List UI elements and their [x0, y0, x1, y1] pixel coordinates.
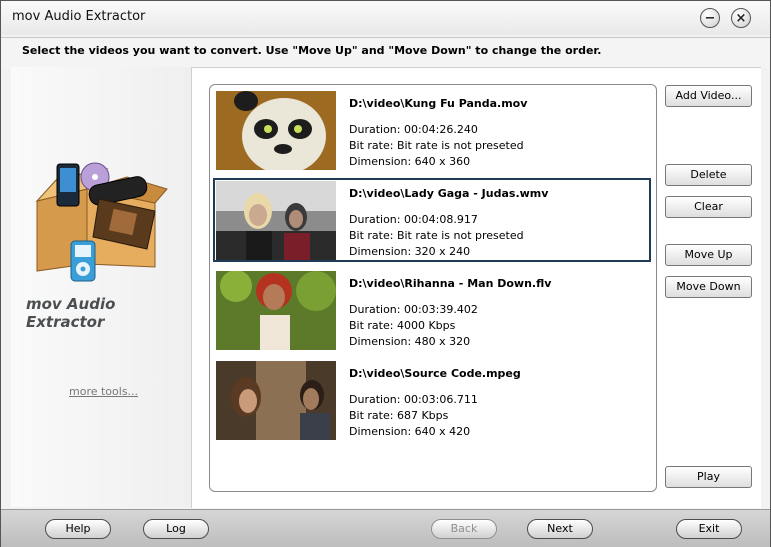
- list-item[interactable]: D:\video\Source Code.mpeg Duration: 00:0…: [213, 358, 651, 442]
- video-info: D:\video\Source Code.mpeg Duration: 00:0…: [349, 367, 521, 440]
- instruction-text: Select the videos you want to convert. U…: [22, 44, 602, 57]
- add-video-button[interactable]: Add Video...: [665, 85, 752, 107]
- video-info: D:\video\Rihanna - Man Down.flv Duration…: [349, 277, 551, 350]
- list-item[interactable]: D:\video\Rihanna - Man Down.flv Duration…: [213, 268, 651, 352]
- video-thumbnail: [216, 91, 336, 170]
- video-bitrate: Bit rate: Bit rate is not preseted: [349, 229, 524, 242]
- product-name: mov Audio Extractor: [26, 295, 116, 331]
- video-info: D:\video\Kung Fu Panda.mov Duration: 00:…: [349, 97, 527, 170]
- clear-button[interactable]: Clear: [665, 196, 752, 218]
- video-bitrate: Bit rate: Bit rate is not preseted: [349, 139, 524, 152]
- sidebar: mov Audio Extractor more tools...: [11, 67, 191, 507]
- log-button[interactable]: Log: [143, 519, 209, 539]
- move-down-button[interactable]: Move Down: [665, 276, 752, 298]
- video-thumbnail: [216, 361, 336, 440]
- video-dimension: Dimension: 480 x 320: [349, 335, 471, 348]
- video-dimension: Dimension: 320 x 240: [349, 245, 471, 258]
- window-title: mov Audio Extractor: [12, 9, 146, 24]
- video-path: D:\video\Lady Gaga - Judas.wmv: [349, 187, 549, 200]
- video-path: D:\video\Source Code.mpeg: [349, 367, 521, 380]
- title-bar: mov Audio Extractor − ×: [1, 1, 770, 35]
- video-path: D:\video\Kung Fu Panda.mov: [349, 97, 528, 110]
- app-window: mov Audio Extractor − × Select the video…: [0, 0, 771, 547]
- minimize-icon[interactable]: −: [700, 8, 720, 28]
- video-thumbnail: [216, 271, 336, 350]
- video-path: D:\video\Rihanna - Man Down.flv: [349, 277, 552, 290]
- help-button[interactable]: Help: [45, 519, 111, 539]
- video-duration: Duration: 00:04:26.240: [349, 123, 478, 136]
- close-icon[interactable]: ×: [731, 8, 751, 28]
- list-item-selected[interactable]: D:\video\Lady Gaga - Judas.wmv Duration:…: [213, 178, 651, 262]
- next-button[interactable]: Next: [527, 519, 593, 539]
- video-duration: Duration: 00:03:39.402: [349, 303, 478, 316]
- video-thumbnail: [216, 181, 336, 260]
- video-duration: Duration: 00:03:06.711: [349, 393, 478, 406]
- back-button[interactable]: Back: [431, 519, 497, 539]
- move-up-button[interactable]: Move Up: [665, 244, 752, 266]
- video-list[interactable]: D:\video\Kung Fu Panda.mov Duration: 00:…: [209, 84, 657, 492]
- play-button[interactable]: Play: [665, 466, 752, 488]
- video-info: D:\video\Lady Gaga - Judas.wmv Duration:…: [349, 187, 548, 260]
- video-dimension: Dimension: 640 x 420: [349, 425, 471, 438]
- list-item[interactable]: D:\video\Kung Fu Panda.mov Duration: 00:…: [213, 88, 651, 172]
- video-duration: Duration: 00:04:08.917: [349, 213, 478, 226]
- more-tools-link[interactable]: more tools...: [69, 385, 138, 398]
- video-dimension: Dimension: 640 x 360: [349, 155, 471, 168]
- video-bitrate: Bit rate: 687 Kbps: [349, 409, 449, 422]
- footer-bar: Help Log Back Next Exit: [1, 509, 770, 547]
- exit-button[interactable]: Exit: [676, 519, 742, 539]
- video-bitrate: Bit rate: 4000 Kbps: [349, 319, 456, 332]
- instruction-bar: Select the videos you want to convert. U…: [1, 37, 770, 68]
- delete-button[interactable]: Delete: [665, 164, 752, 186]
- product-box-logo: [35, 162, 168, 282]
